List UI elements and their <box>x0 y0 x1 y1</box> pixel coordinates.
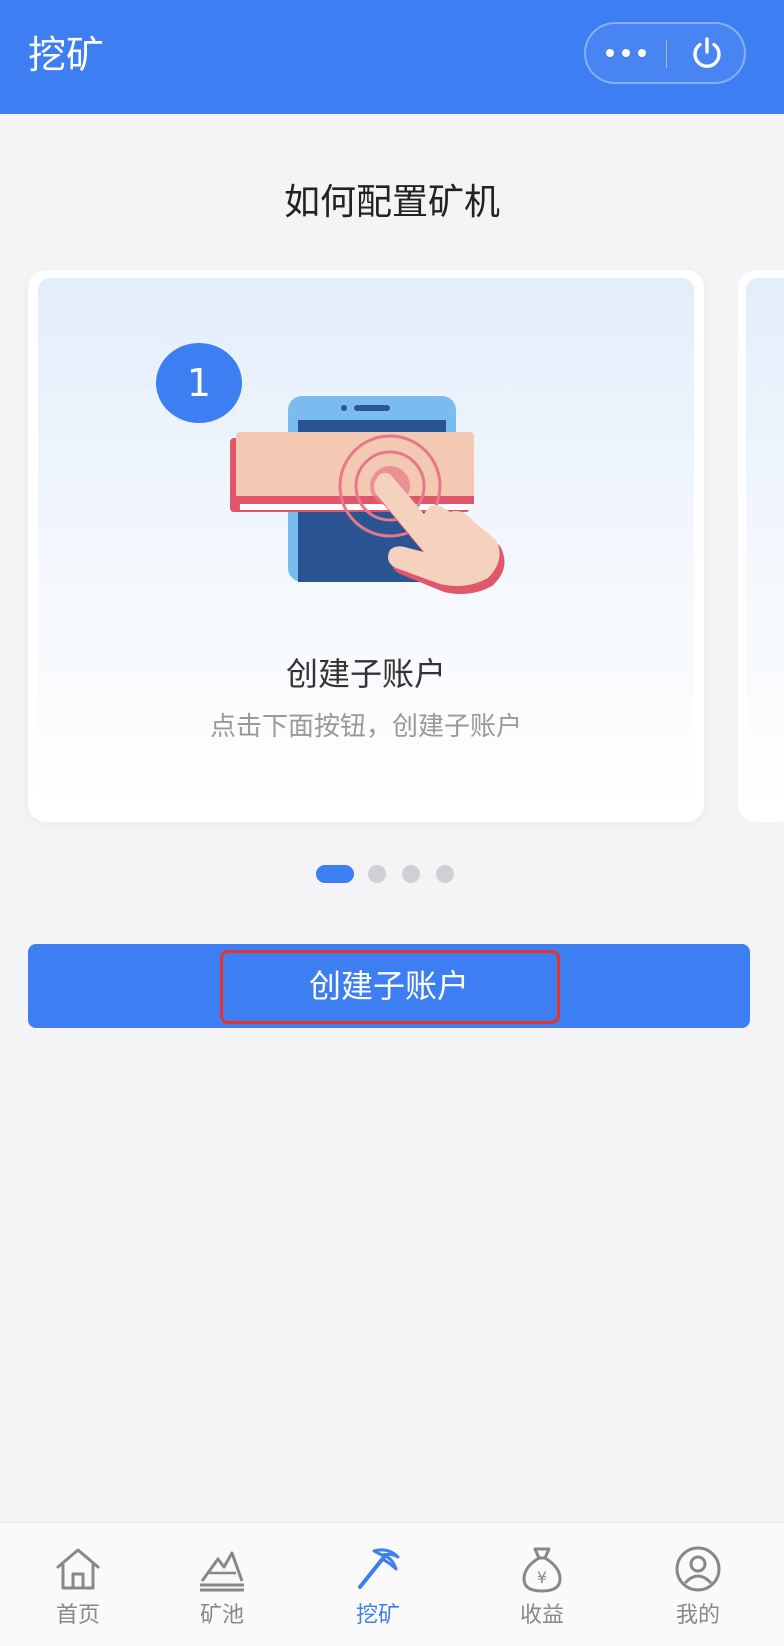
pagination-dot[interactable] <box>368 865 386 883</box>
tab-label: 我的 <box>675 1603 720 1628</box>
pagination-dot[interactable] <box>402 865 420 883</box>
tab-label: 矿池 <box>199 1603 244 1628</box>
section-title: 如何配置矿机 <box>283 182 500 223</box>
next-carousel-card[interactable] <box>738 270 784 822</box>
card-title: 创建子账户 <box>285 655 446 693</box>
pagination-dot-active[interactable] <box>316 865 354 883</box>
home-icon <box>56 1548 100 1590</box>
tab-label: 首页 <box>55 1603 100 1628</box>
more-dots-icon <box>622 49 630 57</box>
card-description: 点击下面按钮，创建子账户 <box>209 712 522 742</box>
next-card-background <box>746 278 784 814</box>
tap-phone-illustration <box>230 396 505 594</box>
highlight-annotation-box <box>220 950 560 1024</box>
power-icon <box>693 37 721 68</box>
app-header: 挖矿 <box>0 0 784 114</box>
mining-pool-icon <box>200 1551 244 1592</box>
tab-profile[interactable]: 我的 <box>620 1523 776 1646</box>
more-dots-icon <box>606 49 614 57</box>
more-dots-icon <box>638 49 646 57</box>
close-program-button[interactable] <box>668 24 746 82</box>
money-bag-icon: ¥ <box>522 1547 562 1593</box>
pickaxe-icon <box>358 1548 400 1589</box>
tab-label: 收益 <box>519 1603 564 1628</box>
svg-text:¥: ¥ <box>537 1568 547 1587</box>
mini-program-capsule <box>584 22 746 84</box>
tab-label: 挖矿 <box>355 1603 400 1628</box>
more-options-button[interactable] <box>586 24 666 82</box>
page-title: 挖矿 <box>28 33 105 77</box>
tab-earnings[interactable]: ¥ 收益 <box>464 1523 620 1646</box>
profile-icon <box>675 1546 721 1592</box>
tab-mining[interactable]: 挖矿 <box>300 1523 456 1646</box>
bottom-tab-bar: 首页 矿池 挖矿 ¥ 收益 我的 <box>0 1522 784 1646</box>
tab-home[interactable]: 首页 <box>0 1523 156 1646</box>
tab-mining-pool[interactable]: 矿池 <box>144 1523 300 1646</box>
capsule-divider <box>666 40 667 68</box>
page: 挖矿 如何配置矿机 1 创建子账户 点击下面按钮，创建子账户 创建子账户 首页 … <box>0 0 784 1646</box>
pagination-dot[interactable] <box>436 865 454 883</box>
